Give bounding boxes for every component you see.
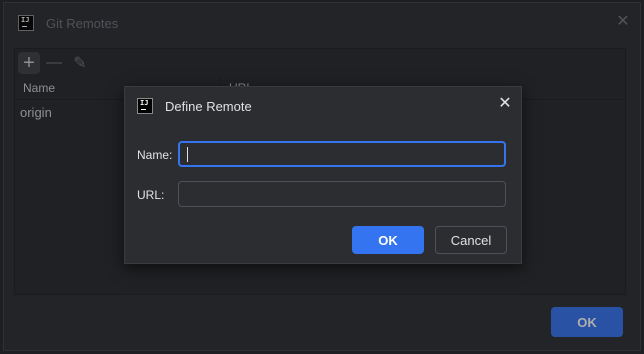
name-input[interactable] [178,141,506,167]
close-icon[interactable]: ✕ [498,96,512,112]
dialog-ok-button[interactable]: OK [352,226,424,254]
url-label: URL: [137,188,165,202]
app-icon-text: IJ [140,99,149,107]
text-caret [187,147,188,162]
define-remote-dialog: IJ Define Remote ✕ Name: URL: OK Cancel [124,86,522,264]
dialog-title: Define Remote [165,99,252,114]
dialog-cancel-button[interactable]: Cancel [435,226,507,254]
url-input[interactable] [178,181,506,207]
app-icon: IJ [137,98,153,114]
name-label: Name: [137,148,173,162]
